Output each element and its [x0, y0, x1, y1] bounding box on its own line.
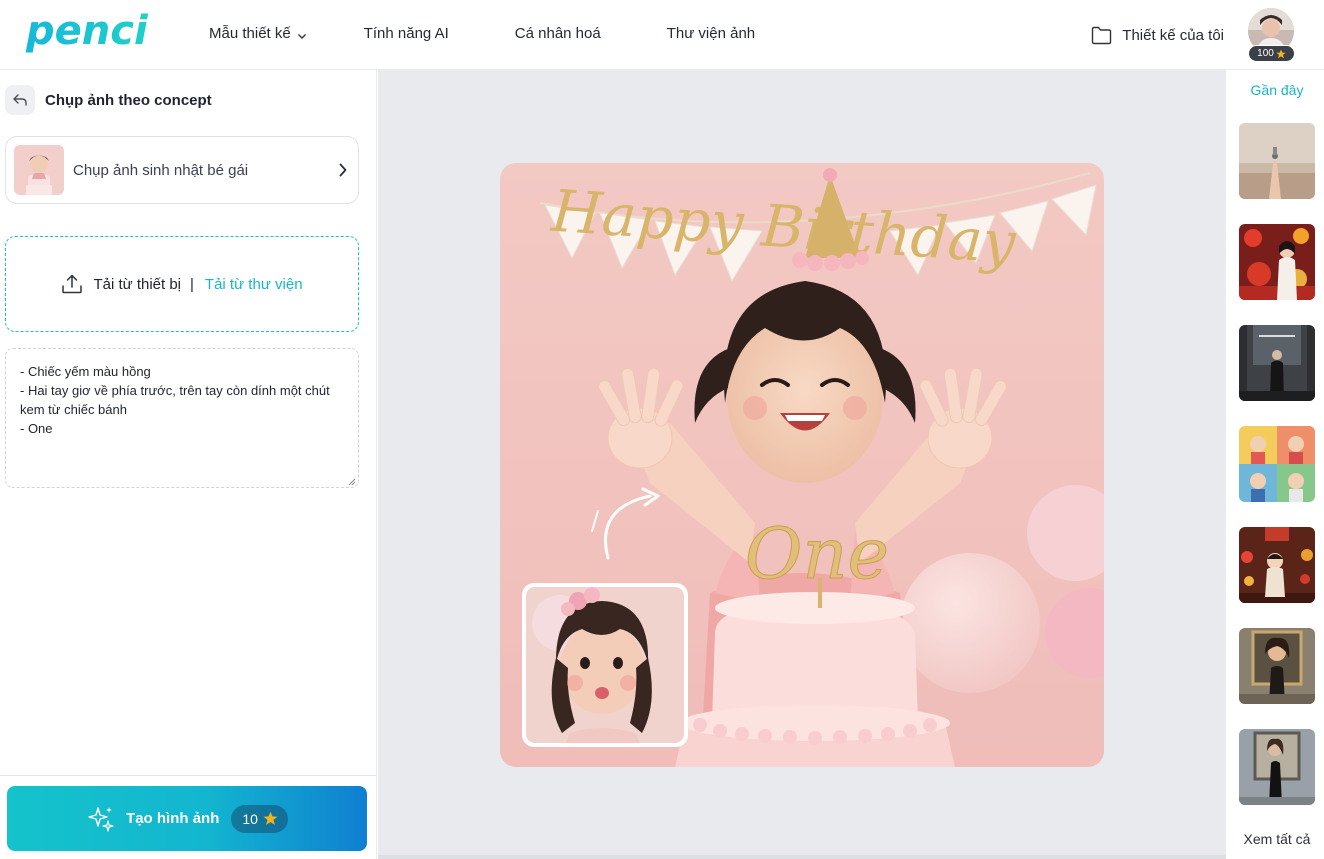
upload-from-library-link[interactable]: Tải từ thư viện [205, 276, 303, 293]
top-header: penci Mẫu thiết kế Tính năng AI Cá nhân … [0, 0, 1324, 70]
recent-thumb[interactable] [1239, 628, 1315, 704]
generate-image-label: Tạo hình ảnh [126, 810, 220, 827]
recent-thumb[interactable] [1239, 527, 1315, 603]
folder-icon [1092, 26, 1112, 44]
cake-topper-text: One [745, 513, 889, 595]
my-designs-link[interactable]: Thiết kế của tôi [1091, 26, 1224, 45]
star-icon [1276, 49, 1286, 58]
credit-balance-value: 100 [1257, 48, 1274, 59]
divider [0, 775, 377, 776]
concept-thumbnail [14, 145, 64, 195]
recent-thumb[interactable] [1239, 224, 1315, 300]
recent-title[interactable]: Gần đây [1227, 82, 1324, 98]
logo-text: penci [25, 8, 148, 54]
generated-image[interactable]: Happy Birthday One [500, 163, 1104, 767]
generate-cost-badge: 10 [231, 804, 288, 833]
user-menu[interactable]: 100 [1248, 8, 1295, 62]
nav-templates[interactable]: Mẫu thiết kế [209, 25, 307, 42]
recent-thumb[interactable] [1239, 123, 1315, 199]
nav-ai-features[interactable]: Tính năng AI [364, 25, 449, 42]
my-designs-label: Thiết kế của tôi [1122, 26, 1224, 44]
upload-from-device-button[interactable]: Tải từ thiết bị [61, 274, 181, 294]
nav-personalize-label: Cá nhân hoá [514, 24, 601, 42]
chevron-down-icon [297, 28, 307, 39]
back-button[interactable] [5, 85, 35, 115]
canvas-area: Happy Birthday One [378, 70, 1226, 859]
upload-separator: | [190, 275, 194, 293]
main-nav: Mẫu thiết kế Tính năng AI Cá nhân hoá Th… [209, 22, 755, 44]
chevron-right-icon [339, 163, 347, 177]
left-panel: Chụp ảnh theo concept Chụp ảnh sinh nhật… [0, 70, 377, 859]
nav-ai-features-label: Tính năng AI [363, 24, 449, 42]
nav-personalize[interactable]: Cá nhân hoá [515, 25, 601, 42]
nav-templates-label: Mẫu thiết kế [209, 24, 291, 42]
upload-dropzone[interactable]: Tải từ thiết bị | Tải từ thư viện [5, 236, 359, 332]
recent-thumb[interactable] [1239, 426, 1315, 502]
star-icon [263, 811, 278, 825]
credit-balance-badge: 100 [1248, 45, 1295, 62]
source-photo-inset [522, 583, 688, 747]
see-all-link[interactable]: Xem tất cả [1227, 831, 1324, 847]
resize-handle-icon[interactable] [348, 478, 356, 486]
nav-photo-library-label: Thư viện ảnh [666, 24, 756, 42]
canvas-scrollbar[interactable] [378, 855, 1226, 859]
panel-title: Chụp ảnh theo concept [45, 92, 212, 109]
concept-selector[interactable]: Chụp ảnh sinh nhật bé gái [5, 136, 359, 204]
recent-thumb[interactable] [1239, 729, 1315, 805]
recent-thumb[interactable] [1239, 325, 1315, 401]
nav-photo-library[interactable]: Thư viện ảnh [667, 25, 755, 42]
header-right: Thiết kế của tôi 100 [1091, 8, 1295, 62]
prompt-textarea[interactable] [5, 348, 359, 488]
generate-cost-value: 10 [242, 810, 258, 827]
sparkles-icon [88, 806, 114, 832]
penci-logo[interactable]: penci [24, 6, 149, 60]
concept-label: Chụp ảnh sinh nhật bé gái [73, 161, 249, 179]
generate-image-button[interactable]: Tạo hình ảnh 10 [7, 786, 367, 851]
recent-panel: Gần đây Xem tất cả [1227, 70, 1324, 859]
upload-icon [62, 274, 83, 294]
upload-from-device-label: Tải từ thiết bị [93, 275, 182, 293]
back-arrow-icon [13, 94, 27, 106]
